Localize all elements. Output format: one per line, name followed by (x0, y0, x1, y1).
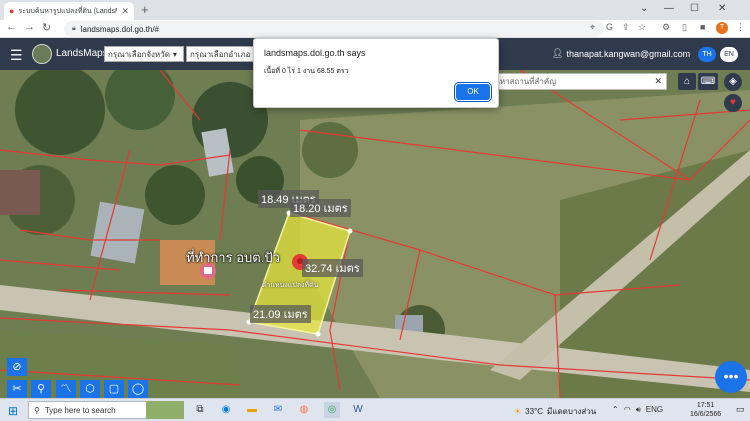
browser-tab-strip: ● ระบบค้นหารูปแปลงที่ดิน (LandsMaps... ✕… (0, 0, 750, 20)
brand-name: LandsMaps (56, 48, 108, 59)
file-explorer-icon[interactable]: ▬ (244, 402, 260, 418)
chrome-icon[interactable]: ◎ (324, 402, 340, 418)
minimize-button[interactable]: — (664, 3, 674, 14)
weather-text: มีแดดบางส่วน (547, 407, 597, 416)
keyboard-icon[interactable]: ⌨ (698, 73, 718, 90)
dialog-message: เนื้อที่ 0 ไร่ 1 งาน 68.55 ตรว (264, 68, 349, 75)
browser-toolbar: ← → ↻ 🔒︎ landsmaps.dol.go.th/# ⌖ G ⇪ ☆ ⚙… (0, 20, 750, 38)
province-select[interactable]: กรุณาเลือกจังหวัด ▾ (104, 46, 184, 62)
landsmaps-logo (32, 44, 52, 64)
home-icon[interactable]: ⌂ (678, 73, 696, 90)
search-icon: ⚲ (34, 405, 40, 415)
province-select-value: กรุณาเลือกจังหวัด (108, 49, 170, 59)
user-account[interactable]: 👤︎ thanapat.kangwan@gmail.com (552, 48, 690, 59)
layers-icon[interactable]: ◈ (724, 73, 742, 91)
user-icon: 👤︎ (552, 48, 564, 58)
user-email: thanapat.kangwan@gmail.com (566, 48, 691, 59)
alert-dialog: landsmaps.dol.go.th says เนื้อที่ 0 ไร่ … (253, 38, 499, 108)
weather-widget[interactable]: ☀ 33°C มีแดดบางส่วน (514, 405, 596, 418)
word-icon[interactable]: W (350, 402, 366, 418)
taskbar-search-placeholder: Type here to search (44, 405, 116, 415)
close-tab-icon[interactable]: ✕ (121, 6, 129, 17)
maximize-button[interactable]: ☐ (690, 3, 699, 14)
edge-icon[interactable]: ◉ (218, 402, 234, 418)
system-tray: ⌃ ◠ 🔊︎ ENG (612, 405, 663, 415)
place-title-label: ที่ทำการ อบต.ปัว (186, 250, 280, 265)
bookmark-star-icon[interactable]: ☆ (638, 22, 646, 33)
share-icon[interactable]: ⇪ (622, 22, 630, 33)
windows-start-icon[interactable]: ⊞ (8, 404, 18, 418)
firefox-icon[interactable]: ◍ (296, 402, 312, 418)
layer-toggle-icon[interactable]: ⊘ (7, 358, 27, 376)
chevron-down-icon: ▾ (172, 49, 177, 59)
measurement-label-top: 18.20 เมตร (290, 199, 351, 217)
back-icon[interactable]: ← (6, 21, 17, 33)
temperature: 33°C (525, 407, 544, 416)
clock-time: 17:51 (696, 402, 715, 409)
measurement-label-bottom: 21.09 เมตร (250, 305, 311, 323)
polygon-tool-icon[interactable]: ⬡ (80, 380, 100, 398)
notification-icon[interactable]: ▭ (736, 404, 745, 415)
pin-caption: ตำแหน่งแปลงที่ดิน (262, 282, 319, 289)
tab-title: ระบบค้นหารูปแปลงที่ดิน (LandsMaps... (18, 7, 117, 15)
district-select[interactable]: กรุณาเลือกอำเภอ (186, 46, 254, 62)
new-tab-button[interactable]: + (141, 2, 149, 17)
clock-date: 16/6/2566 (690, 411, 722, 418)
profile-avatar[interactable]: T (716, 22, 728, 34)
location-icon[interactable]: ⌖ (590, 22, 595, 33)
sidebar-icon[interactable]: ▯ (682, 22, 687, 33)
chrome-menu-icon[interactable]: ⋮ (736, 22, 745, 33)
reload-icon[interactable]: ↻ (42, 21, 51, 34)
lang-th-button[interactable]: TH (698, 47, 716, 62)
close-window-button[interactable]: ✕ (718, 3, 726, 14)
line-tool-icon[interactable]: 〽 (56, 380, 76, 398)
rectangle-tool-icon[interactable]: ▢ (104, 380, 124, 398)
weather-icon: ☀ (514, 407, 522, 416)
circle-tool-icon[interactable]: ◯ (128, 380, 148, 398)
url-text: landsmaps.dol.go.th/# (80, 24, 160, 34)
tab-search-icon[interactable]: ⌄ (640, 3, 648, 14)
chevron-up-icon[interactable]: ⌃ (612, 405, 619, 415)
district-select-value: กรุณาเลือกอำเภอ (190, 49, 251, 59)
more-options-button[interactable]: ••• (715, 361, 747, 393)
search-placeholder: ค้นหาสถานที่สำคัญ (489, 77, 557, 86)
task-view-icon[interactable]: ⧉ (192, 402, 208, 418)
clock[interactable]: 17:51 16/6/2566 (690, 401, 721, 419)
volume-icon[interactable]: 🔊︎ (636, 405, 641, 415)
map-pin-favicon-icon: ● (9, 6, 15, 16)
language-indicator[interactable]: ENG (646, 405, 663, 415)
ok-button[interactable]: OK (454, 82, 492, 102)
measurement-label-right: 32.74 เมตร (302, 259, 363, 277)
browser-tab[interactable]: ● ระบบค้นหารูปแปลงที่ดิน (LandsMaps... ✕ (4, 2, 134, 20)
wifi-icon[interactable]: ◠ (624, 405, 631, 415)
extension-red-icon[interactable]: ■ (700, 22, 705, 32)
clear-icon[interactable]: ✕ (654, 76, 662, 87)
landmark-search-input[interactable]: ค้นหาสถานที่สำคัญ ✕ (484, 73, 667, 90)
google-icon[interactable]: G (606, 22, 613, 32)
mail-icon[interactable]: ✉ (270, 402, 286, 418)
forward-icon[interactable]: → (24, 21, 35, 33)
windows-taskbar: ⊞ ⚲ Type here to search ⧉ ◉ ▬ ✉ ◍ ◎ W ☀ … (0, 398, 750, 421)
measure-tools-icon[interactable]: ✂ (7, 380, 27, 398)
point-tool-icon[interactable]: ⚲ (31, 380, 51, 398)
menu-icon[interactable]: ☰ (10, 47, 23, 64)
address-bar[interactable]: 🔒︎ landsmaps.dol.go.th/# (64, 21, 604, 37)
lock-icon: 🔒︎ (72, 25, 76, 32)
dialog-title: landsmaps.dol.go.th says (264, 48, 366, 58)
extensions-icon[interactable]: ⚙ (662, 22, 670, 33)
favorite-heart-icon[interactable]: ♥ (724, 94, 742, 112)
lang-en-button[interactable]: EN (720, 47, 738, 62)
satellite-map[interactable] (0, 70, 750, 398)
search-highlight-image[interactable] (146, 401, 184, 419)
